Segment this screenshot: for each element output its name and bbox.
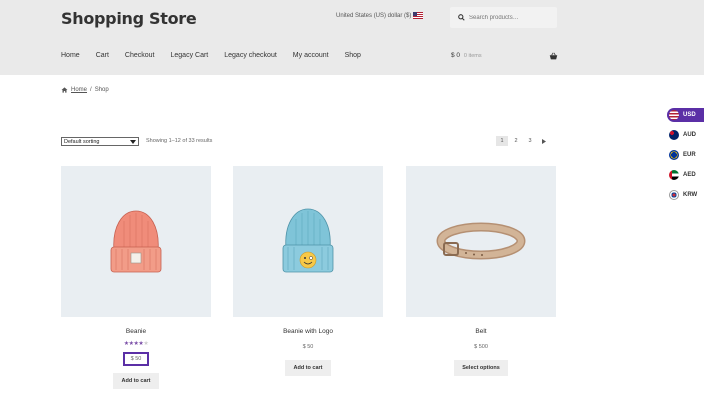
product-price: $ 50 <box>122 352 150 366</box>
site-title[interactable]: Shopping Store <box>61 9 197 28</box>
currency-aud[interactable]: AUD <box>667 128 704 142</box>
currency-code: KRW <box>683 192 698 198</box>
add-to-cart-button[interactable]: Add to cart <box>113 373 159 389</box>
result-count: Showing 1–12 of 33 results <box>146 138 213 144</box>
product-price: $ 500 <box>474 344 488 350</box>
us-flag-icon <box>669 110 679 120</box>
search-icon <box>458 14 465 21</box>
currency-switcher: USD AUD EUR AED KRW <box>667 108 704 202</box>
nav-legacy-cart[interactable]: Legacy Cart <box>171 52 209 59</box>
currency-aed[interactable]: AED <box>667 168 704 182</box>
breadcrumb-home-link[interactable]: Home <box>71 87 87 93</box>
currency-code: EUR <box>683 152 696 158</box>
cart-total[interactable]: $ 0 0 items <box>451 52 482 59</box>
us-flag-icon <box>413 12 424 19</box>
nav-cart[interactable]: Cart <box>96 52 109 59</box>
basket-icon[interactable] <box>549 52 558 60</box>
breadcrumb: Home / Shop <box>61 87 109 93</box>
pagination: 1 2 3 <box>496 136 550 146</box>
product-card: Beanie ★★★★★ $ 50 Add to cart <box>61 166 211 389</box>
breadcrumb-separator: / <box>90 87 92 93</box>
cart-amount: $ 0 <box>451 52 461 59</box>
leather-belt-image <box>436 222 526 259</box>
chevron-down-icon <box>130 139 136 144</box>
currency-code: AED <box>683 172 696 178</box>
eu-flag-icon <box>669 150 679 160</box>
product-name[interactable]: Beanie <box>61 328 211 335</box>
currency-label: United States (US) dollar ($) <box>336 12 412 19</box>
product-card: Belt $ 500 Select options <box>406 166 556 376</box>
primary-nav: Home Cart Checkout Legacy Cart Legacy ch… <box>61 52 377 59</box>
page-3[interactable]: 3 <box>524 136 536 146</box>
currency-selector[interactable]: United States (US) dollar ($) <box>336 12 424 19</box>
nav-legacy-checkout[interactable]: Legacy checkout <box>224 52 277 59</box>
home-icon <box>61 87 68 93</box>
sorting-value: Default sorting <box>64 138 100 145</box>
currency-code: AUD <box>683 132 696 138</box>
orange-beanie-image <box>110 210 162 272</box>
currency-eur[interactable]: EUR <box>667 148 704 162</box>
australia-flag-icon <box>669 130 679 140</box>
uae-flag-icon <box>669 170 679 180</box>
product-name[interactable]: Belt <box>406 328 556 335</box>
product-image[interactable] <box>406 166 556 317</box>
nav-home[interactable]: Home <box>61 52 80 59</box>
page-2[interactable]: 2 <box>510 136 522 146</box>
nav-shop[interactable]: Shop <box>345 52 361 59</box>
nav-my-account[interactable]: My account <box>293 52 329 59</box>
nav-checkout[interactable]: Checkout <box>125 52 155 59</box>
sorting-select[interactable]: Default sorting <box>61 137 139 146</box>
breadcrumb-current: Shop <box>94 87 109 93</box>
page-1[interactable]: 1 <box>496 136 508 146</box>
product-image[interactable] <box>61 166 211 317</box>
currency-krw[interactable]: KRW <box>667 188 704 202</box>
select-options-button[interactable]: Select options <box>454 360 508 376</box>
add-to-cart-button[interactable]: Add to cart <box>285 360 331 376</box>
search-input[interactable] <box>469 14 549 21</box>
site-header: Shopping Store United States (US) dollar… <box>0 0 704 75</box>
product-price: $ 50 <box>302 344 314 350</box>
search-box[interactable] <box>450 7 557 28</box>
cart-items-count: 0 items <box>463 53 482 59</box>
rating-stars: ★★★★★ <box>61 340 211 347</box>
product-name[interactable]: Beanie with Logo <box>233 328 383 335</box>
blue-beanie-logo-image <box>282 208 334 272</box>
currency-usd[interactable]: USD <box>667 108 704 122</box>
product-image[interactable] <box>233 166 383 317</box>
currency-code: USD <box>683 112 696 118</box>
next-page-icon[interactable] <box>538 136 550 146</box>
korea-flag-icon <box>669 190 679 200</box>
product-card: Beanie with Logo $ 50 Add to cart <box>233 166 383 376</box>
